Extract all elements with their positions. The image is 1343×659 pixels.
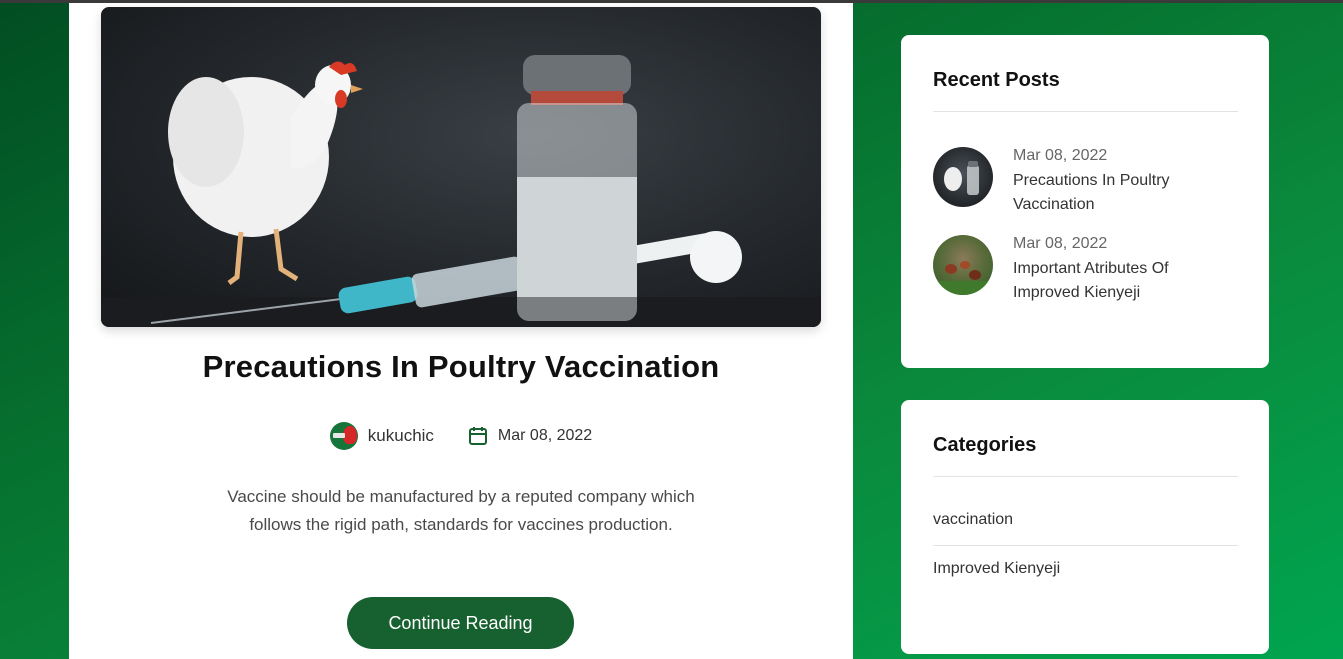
post-featured-image[interactable]	[101, 7, 821, 327]
recent-post-title[interactable]: Precautions In Poultry Vaccination	[1013, 169, 1233, 217]
post-title[interactable]: Precautions In Poultry Vaccination	[69, 349, 853, 385]
date-meta: Mar 08, 2022	[468, 426, 592, 446]
recent-post-title[interactable]: Important Atributes Of Improved Kienyeji	[1013, 257, 1233, 305]
author-name[interactable]: kukuchic	[368, 426, 434, 446]
author-avatar	[329, 422, 358, 450]
chicken-vaccine-photo	[101, 55, 821, 327]
chicken-vaccine-thumb-icon	[944, 161, 979, 195]
categories-widget: Categories vaccination Improved Kienyeji	[901, 400, 1269, 654]
recent-post-item[interactable]: Mar 08, 2022 Important Atributes Of Impr…	[933, 235, 1238, 307]
post-date: Mar 08, 2022	[497, 427, 593, 444]
divider	[933, 476, 1238, 477]
category-link-vaccination[interactable]: vaccination	[933, 511, 1238, 529]
calendar-icon	[468, 427, 487, 445]
categories-title: Categories	[933, 434, 1037, 456]
recent-post-date: Mar 08, 2022	[1013, 235, 1108, 252]
post-card: Precautions In Poultry Vaccination kukuc…	[69, 3, 853, 659]
recent-post-thumbnail[interactable]	[933, 147, 993, 207]
continue-reading-button[interactable]: Continue Reading	[347, 597, 574, 649]
recent-post-thumbnail[interactable]	[933, 235, 993, 295]
post-excerpt: Vaccine should be manufactured by a repu…	[227, 487, 695, 534]
post-meta: kukuchic Mar 08, 2022	[69, 421, 853, 451]
recent-posts-title: Recent Posts	[933, 69, 1060, 91]
kienyeji-chickens-thumb-icon	[933, 261, 993, 295]
recent-posts-widget: Recent Posts Mar 08, 2022 Precautions In…	[901, 35, 1269, 368]
divider	[933, 111, 1238, 112]
category-link-improved-kienyeji[interactable]: Improved Kienyeji	[933, 560, 1238, 578]
recent-post-date: Mar 08, 2022	[1013, 147, 1108, 164]
recent-post-item[interactable]: Mar 08, 2022 Precautions In Poultry Vacc…	[933, 147, 1238, 219]
author-meta[interactable]: kukuchic	[329, 422, 434, 450]
divider	[933, 545, 1238, 546]
